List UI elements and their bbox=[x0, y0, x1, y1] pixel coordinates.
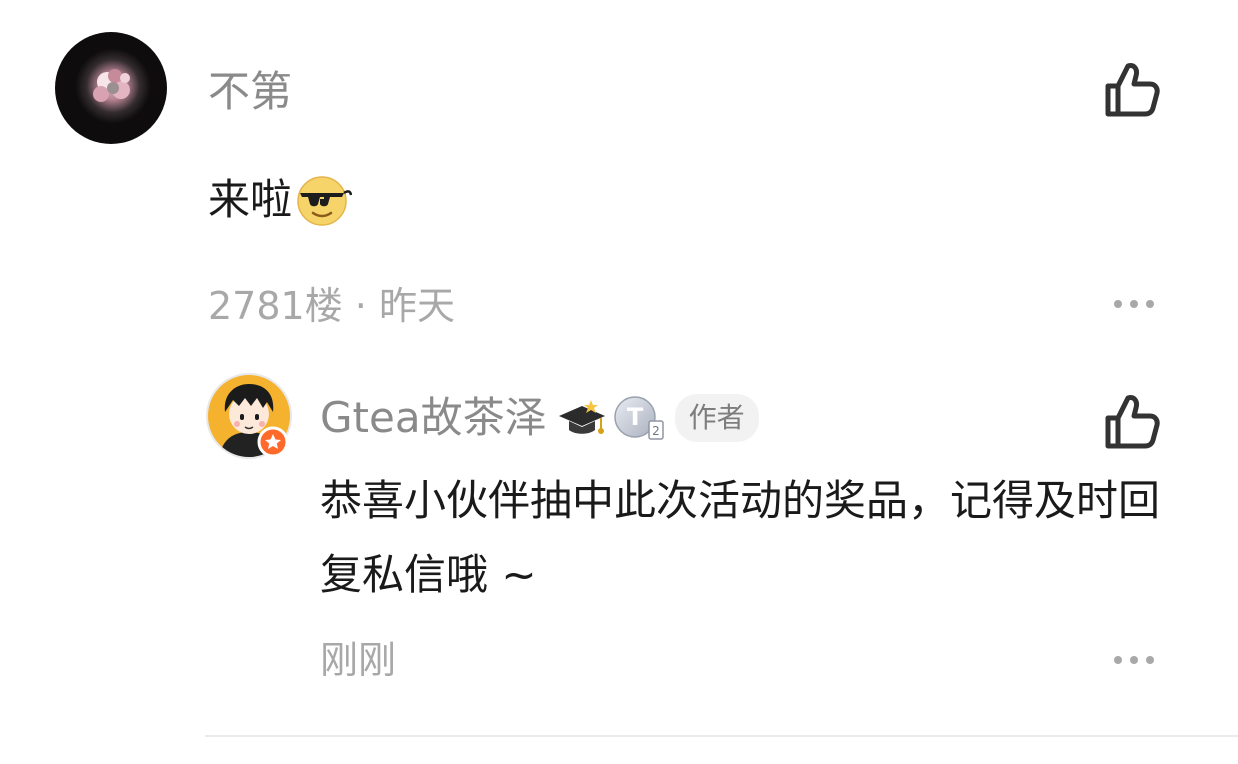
more-dots-icon bbox=[1114, 656, 1154, 664]
sunglasses-emoji bbox=[294, 171, 353, 229]
reply-meta: 刚刚 bbox=[320, 638, 397, 682]
svg-text:2: 2 bbox=[652, 424, 660, 438]
level-t-badge-icon: T 2 bbox=[613, 393, 667, 443]
divider bbox=[205, 735, 1238, 737]
like-button[interactable] bbox=[1100, 390, 1164, 454]
reply-header: Gtea故茶泽 T 2 作者 bbox=[320, 390, 759, 446]
author-tag: 作者 bbox=[674, 394, 759, 442]
more-button[interactable] bbox=[1108, 646, 1160, 674]
more-button[interactable] bbox=[1108, 290, 1160, 318]
svg-text:T: T bbox=[626, 403, 643, 431]
comment-item: 不第 来啦 2781楼 · 昨天 bbox=[0, 0, 1238, 360]
avatar[interactable] bbox=[205, 372, 293, 460]
username[interactable]: Gtea故茶泽 bbox=[320, 392, 547, 444]
thumbs-up-icon bbox=[1105, 395, 1160, 449]
like-button[interactable] bbox=[1100, 58, 1164, 122]
graduation-cap-icon bbox=[557, 396, 607, 440]
reply-content: 恭喜小伙伴抽中此次活动的奖品，记得及时回复私信哦 ~ bbox=[320, 476, 1161, 599]
comment-meta: 2781楼 · 昨天 bbox=[208, 284, 455, 328]
username[interactable]: 不第 bbox=[208, 66, 292, 118]
more-dots-icon bbox=[1114, 300, 1154, 308]
comment-content: 来啦 bbox=[208, 170, 353, 230]
reply-item: Gtea故茶泽 T 2 作者 恭喜小伙伴抽中此次活动的奖品，记得及时回复私信哦 … bbox=[0, 360, 1238, 764]
thumbs-up-icon bbox=[1105, 63, 1160, 117]
avatar[interactable] bbox=[55, 32, 167, 144]
comment-text: 来啦 bbox=[208, 175, 293, 224]
